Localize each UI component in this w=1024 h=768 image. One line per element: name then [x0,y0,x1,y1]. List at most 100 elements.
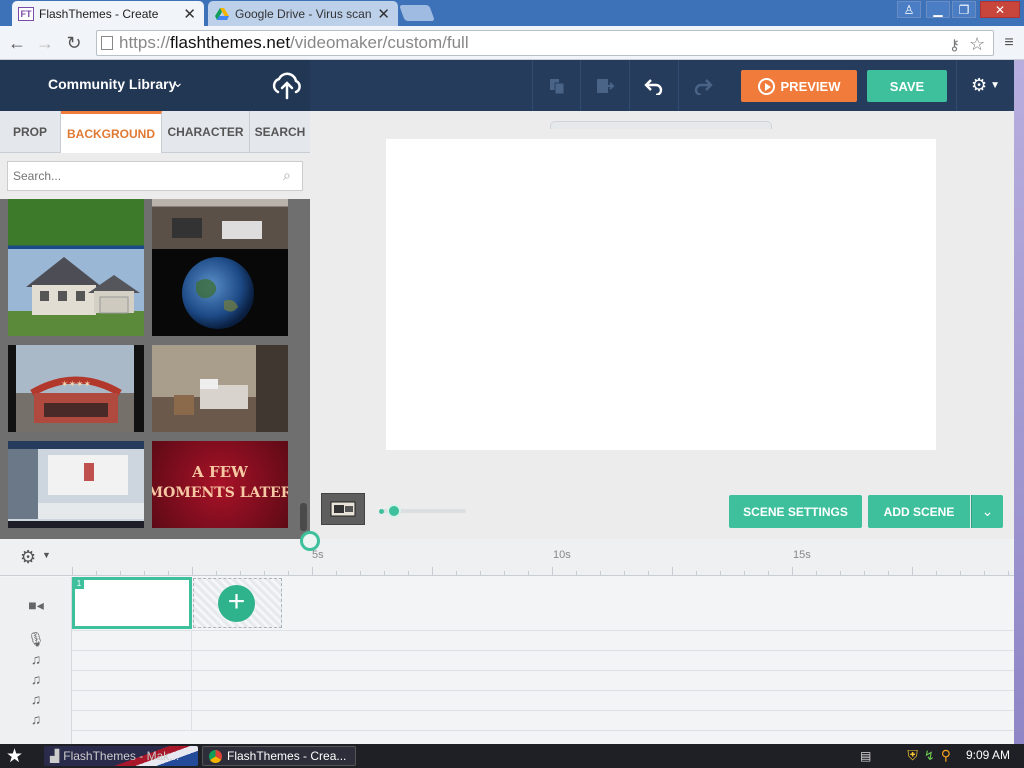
tab-title: Google Drive - Virus scan wa [235,6,372,21]
cloud-upload-icon[interactable] [270,70,304,100]
search-icon[interactable]: ⌕ [283,167,291,184]
ruler-tick [144,571,145,575]
background-thumbnail-bedroom[interactable] [152,345,288,432]
redo-icon[interactable] [678,60,726,111]
ruler-tick [360,571,361,575]
back-arrow-icon[interactable]: ← [6,32,28,54]
camera-view-thumbnail[interactable] [321,493,365,525]
ruler-tick [288,571,289,575]
ruler-tick [792,567,793,575]
play-icon [757,77,775,95]
timeline-settings-gear-icon[interactable]: ⚙ [20,547,36,568]
add-scene-dropdown-icon[interactable]: ⌄ [971,495,1003,528]
background-thumbnail-grass[interactable] [8,199,144,250]
thumbnail-text-line-2: MOMENTS LATER [152,485,288,501]
background-thumbnails: ✶✶✶✶ A FEW MOMENTS LATER [0,199,300,539]
keyboard-icon[interactable]: ▤ [860,749,871,763]
scene-number-badge: 1 [74,579,84,589]
url-scheme: https:// [119,33,171,52]
tab-google-drive[interactable]: Google Drive - Virus scan wa ✕ [208,1,398,26]
stage-tab [550,121,772,129]
tab-flashthemes-create[interactable]: FT FlashThemes - Create ✕ [12,1,204,26]
network-icon[interactable]: ↯ [924,748,935,764]
ruler-tick [408,571,409,575]
taskbar-item-label: FlashThemes - Mak... [63,749,180,763]
ruler-tick [864,571,865,575]
scene-settings-button[interactable]: SCENE SETTINGS [729,495,862,528]
save-button[interactable]: SAVE [867,70,947,102]
preview-button[interactable]: PREVIEW [741,70,857,102]
ruler-tick [936,571,937,575]
tick-label-10s: 10s [553,549,571,561]
zoom-slider-min [379,509,384,514]
thumbnail-text-line-1: A FEW [191,463,249,481]
ruler-tick [120,571,121,575]
new-tab-button[interactable] [399,5,435,21]
voice-track[interactable] [72,631,1014,651]
background-thumbnail-earth[interactable] [152,249,288,336]
ruler-tick [480,571,481,575]
library-search-bar: ⌕ [0,153,310,199]
microphone-icon: 🎙︎ [27,631,45,647]
tab-close-icon[interactable]: ✕ [183,5,196,23]
video-camera-icon: ■◂ [28,597,44,613]
track-labels: ■◂ 🎙︎ ♫ ♫ ♫ ♫ [0,577,72,744]
bookmark-star-icon[interactable]: ☆ [969,32,985,56]
tab-prop[interactable]: PROP [0,111,61,153]
ruler-tick [96,571,97,575]
background-thumbnail-house[interactable] [8,249,144,336]
plus-icon[interactable]: + [218,585,255,622]
scene-canvas[interactable] [386,139,936,450]
music-track-1[interactable] [72,651,1014,671]
forward-arrow-icon[interactable]: → [34,32,56,54]
taskbar-item-flashthemes-create[interactable]: FlashThemes - Crea... [202,746,356,766]
start-star-icon[interactable]: ★ [6,745,23,768]
ruler-tick [432,567,433,575]
tab-title: FlashThemes - Create [39,6,159,21]
copy-icon[interactable] [532,60,580,111]
restore-button[interactable]: ❐ [952,1,976,18]
tab-character[interactable]: CHARACTER [162,111,250,153]
chevron-down-icon[interactable]: ⌄ [172,74,184,91]
music-track-2[interactable] [72,671,1014,691]
tab-background[interactable]: BACKGROUND [61,111,162,154]
undo-icon[interactable] [629,60,677,111]
music-track-4[interactable] [72,711,1014,731]
taskbar-item-flashthemes-maker[interactable]: ▟ FlashThemes - Mak... [44,746,198,766]
music-note-icon: ♫ [30,711,42,727]
menu-icon[interactable]: ≡ [998,32,1020,54]
playhead-handle[interactable] [300,531,320,551]
ruler-tick [576,571,577,575]
background-thumbnail-cinema[interactable]: ✶✶✶✶ [8,345,144,432]
background-thumbnail-screenshot[interactable] [8,441,144,528]
user-profile-icon[interactable]: ♙ [897,1,921,18]
scene-1-thumbnail[interactable] [72,577,192,629]
ruler-tick [888,571,889,575]
taskbar-item-label: FlashThemes - Crea... [227,749,347,763]
ruler-tick [648,571,649,575]
library-scrollbar[interactable] [300,503,307,531]
music-track-3[interactable] [72,691,1014,711]
url-host: flashthemes.net [170,33,291,52]
add-scene-button[interactable]: ADD SCENE [868,495,970,528]
tab-search[interactable]: SEARCH [250,111,310,153]
ruler-tick [312,567,313,575]
tab-close-icon[interactable]: ✕ [377,5,390,23]
search-tray-icon[interactable]: ⚲ [941,747,951,764]
window-close-button[interactable]: ✕ [980,1,1020,18]
library-dropdown-label[interactable]: Community Library [48,76,176,92]
settings-gear-icon[interactable]: ⚙ ▼ [956,60,1014,111]
background-thumbnail-room[interactable] [152,199,288,250]
reload-icon[interactable]: ↻ [63,32,85,54]
address-bar[interactable]: https://flashthemes.net/videomaker/custo… [96,30,994,56]
timeline-ruler[interactable]: ⚙ ▼ 5s 10s 15s [0,539,1014,576]
background-thumbnail-a-few-moments-later[interactable]: A FEW MOMENTS LATER [152,441,288,528]
caret-down-icon[interactable]: ▼ [42,550,51,560]
key-icon[interactable]: ⚷ [949,34,960,58]
zoom-slider-handle[interactable] [387,504,401,518]
library-search-input[interactable] [7,161,303,191]
paste-icon[interactable] [580,60,628,111]
shield-icon[interactable]: ⛨ [907,747,918,764]
minimize-button[interactable]: ▁ [926,1,950,18]
ruler-tick [984,571,985,575]
